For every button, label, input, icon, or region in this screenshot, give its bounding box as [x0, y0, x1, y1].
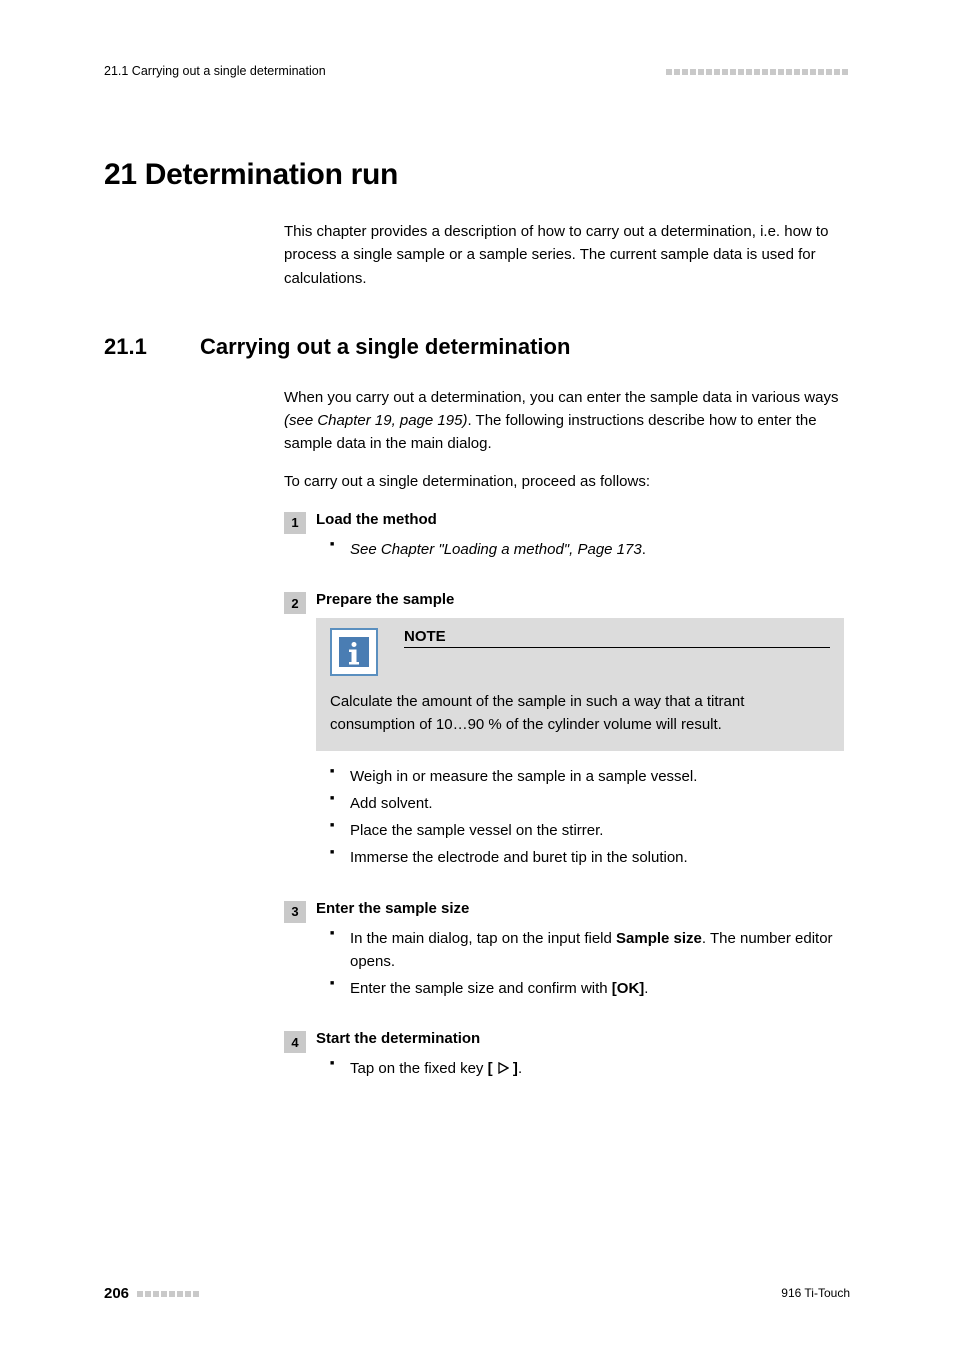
note-rule [404, 647, 830, 648]
note-text: Calculate the amount of the sample in su… [330, 690, 830, 737]
section-para-1: When you carry out a determination, you … [284, 386, 844, 456]
runhead-section: 21.1 Carrying out a single determination [104, 64, 326, 78]
list-item: See Chapter "Loading a method", Page 173… [336, 538, 844, 561]
ui-label: [OK] [612, 980, 645, 997]
step-bullets: Weigh in or measure the sample in a samp… [316, 765, 844, 870]
note-box: NOTE Calculate the amount of the sample … [316, 618, 844, 751]
list-item: Weigh in or measure the sample in a samp… [336, 765, 844, 788]
chapter-intro-text: This chapter provides a description of h… [284, 220, 844, 290]
section-heading: 21.1 Carrying out a single determination [104, 334, 850, 360]
ui-label: Sample size [616, 930, 702, 947]
step-number-badge: 4 [284, 1031, 306, 1053]
list-item: Add solvent. [336, 792, 844, 815]
step-1: 1 Load the method See Chapter "Loading a… [284, 511, 844, 565]
step-number-badge: 1 [284, 512, 306, 534]
step-title: Load the method [316, 511, 844, 528]
info-icon [330, 628, 378, 676]
step-2: 2 Prepare the sample NOTE [284, 591, 844, 874]
step-bullets: See Chapter "Loading a method", Page 173… [316, 538, 844, 561]
play-icon [497, 1060, 509, 1077]
key-label-close: ] [509, 1060, 518, 1077]
cross-ref: (see Chapter 19, page 195) [284, 412, 467, 429]
step-4: 4 Start the determination Tap on the fix… [284, 1030, 844, 1084]
chapter-intro: This chapter provides a description of h… [284, 220, 844, 290]
page-footer: 206 916 Ti-Touch [104, 1284, 850, 1302]
chapter-title: 21 Determination run [104, 158, 850, 192]
step-3: 3 Enter the sample size In the main dial… [284, 900, 844, 1005]
header-dashes [666, 64, 850, 78]
doc-id: 916 Ti-Touch [781, 1286, 850, 1300]
step-bullets: Tap on the fixed key [ ]. [316, 1057, 844, 1080]
list-item: Tap on the fixed key [ ]. [336, 1057, 844, 1080]
section-para-2: To carry out a single determination, pro… [284, 470, 844, 493]
page-number: 206 [104, 1285, 129, 1302]
step-number-badge: 3 [284, 901, 306, 923]
key-label-open: [ [488, 1060, 497, 1077]
note-label: NOTE [404, 628, 830, 645]
running-header: 21.1 Carrying out a single determination [104, 64, 850, 78]
step-title: Prepare the sample [316, 591, 844, 608]
list-item: Immerse the electrode and buret tip in t… [336, 846, 844, 869]
list-item: Place the sample vessel on the stirrer. [336, 819, 844, 842]
steps-list: 1 Load the method See Chapter "Loading a… [284, 511, 844, 1085]
step-number-badge: 2 [284, 592, 306, 614]
section-number: 21.1 [104, 334, 200, 360]
step-title: Start the determination [316, 1030, 844, 1047]
section-title: Carrying out a single determination [200, 334, 570, 360]
list-item: Enter the sample size and confirm with [… [336, 977, 844, 1000]
section-body: When you carry out a determination, you … [284, 386, 844, 1085]
step-title: Enter the sample size [316, 900, 844, 917]
step-bullets: In the main dialog, tap on the input fie… [316, 927, 844, 1001]
footer-dashes [137, 1284, 201, 1302]
list-item: In the main dialog, tap on the input fie… [336, 927, 844, 974]
page: 21.1 Carrying out a single determination… [0, 0, 954, 1350]
